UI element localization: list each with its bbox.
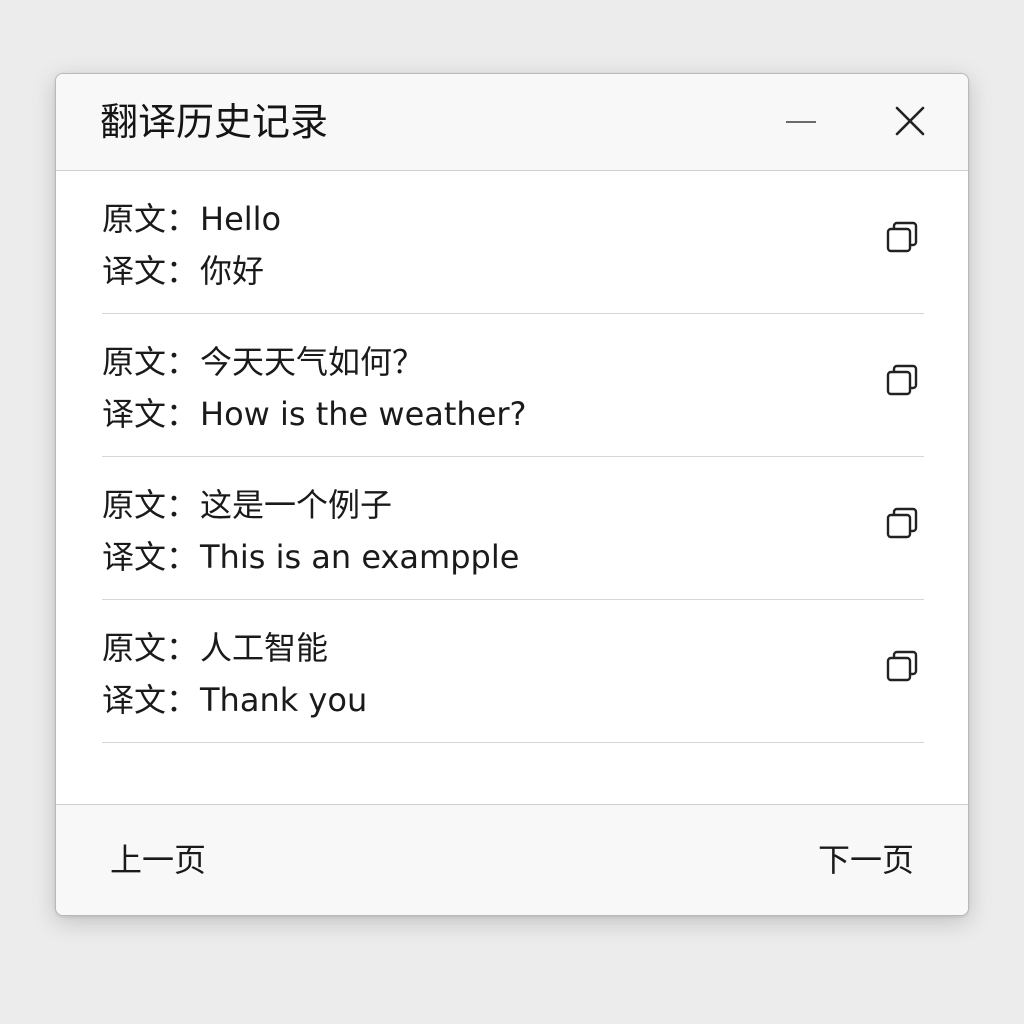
copy-icon	[886, 507, 918, 539]
source-label: 原文：	[102, 486, 199, 524]
history-entry: 原文：Hello 译文：你好	[102, 171, 924, 314]
history-entry: 原文：人工智能 译文：Thank you	[102, 600, 924, 743]
source-line: 原文：Hello	[102, 197, 281, 241]
target-text: Thank you	[200, 681, 368, 719]
source-line: 原文：这是一个例子	[102, 483, 392, 527]
copy-icon	[886, 650, 918, 682]
minimize-icon	[786, 121, 816, 123]
source-label: 原文：	[102, 200, 199, 238]
target-text: 你好	[200, 252, 265, 290]
source-text: Hello	[200, 200, 282, 238]
target-line: 译文：Thank you	[102, 678, 367, 722]
translation-history-window: 翻译历史记录 原文：Hello 译文：你好 原文：今天天气如何？ 译文：How …	[55, 73, 969, 916]
copy-button[interactable]	[878, 503, 926, 551]
source-text: 这是一个例子	[200, 486, 393, 524]
source-line: 原文：人工智能	[102, 626, 328, 670]
pagination-bar: 上一页 下一页	[56, 804, 968, 915]
previous-page-button[interactable]: 上一页	[110, 837, 206, 883]
target-label: 译文：	[102, 538, 199, 576]
target-line: 译文：How is the weather?	[102, 392, 527, 436]
source-text: 今天天气如何？	[200, 343, 425, 381]
minimize-button[interactable]	[772, 96, 828, 148]
source-text: 人工智能	[200, 629, 329, 667]
copy-button[interactable]	[878, 646, 926, 694]
target-label: 译文：	[102, 681, 199, 719]
close-icon	[895, 106, 925, 136]
target-line: 译文：你好	[102, 249, 264, 293]
history-entry: 原文：这是一个例子 译文：This is an exampple	[102, 457, 924, 600]
target-line: 译文：This is an exampple	[102, 535, 519, 579]
target-label: 译文：	[102, 252, 199, 290]
target-label: 译文：	[102, 395, 199, 433]
target-text: How is the weather?	[200, 395, 527, 433]
source-line: 原文：今天天气如何？	[102, 340, 424, 384]
source-label: 原文：	[102, 629, 199, 667]
copy-icon	[886, 221, 918, 253]
source-label: 原文：	[102, 343, 199, 381]
history-entry: 原文：今天天气如何？ 译文：How is the weather?	[102, 314, 924, 457]
copy-icon	[886, 364, 918, 396]
copy-button[interactable]	[878, 217, 926, 265]
history-list: 原文：Hello 译文：你好 原文：今天天气如何？ 译文：How is the …	[102, 171, 924, 743]
window-title: 翻译历史记录	[100, 100, 329, 144]
close-button[interactable]	[882, 96, 938, 148]
copy-button[interactable]	[878, 360, 926, 408]
title-bar: 翻译历史记录	[56, 74, 968, 171]
target-text: This is an exampple	[200, 538, 520, 576]
next-page-button[interactable]: 下一页	[818, 837, 914, 883]
